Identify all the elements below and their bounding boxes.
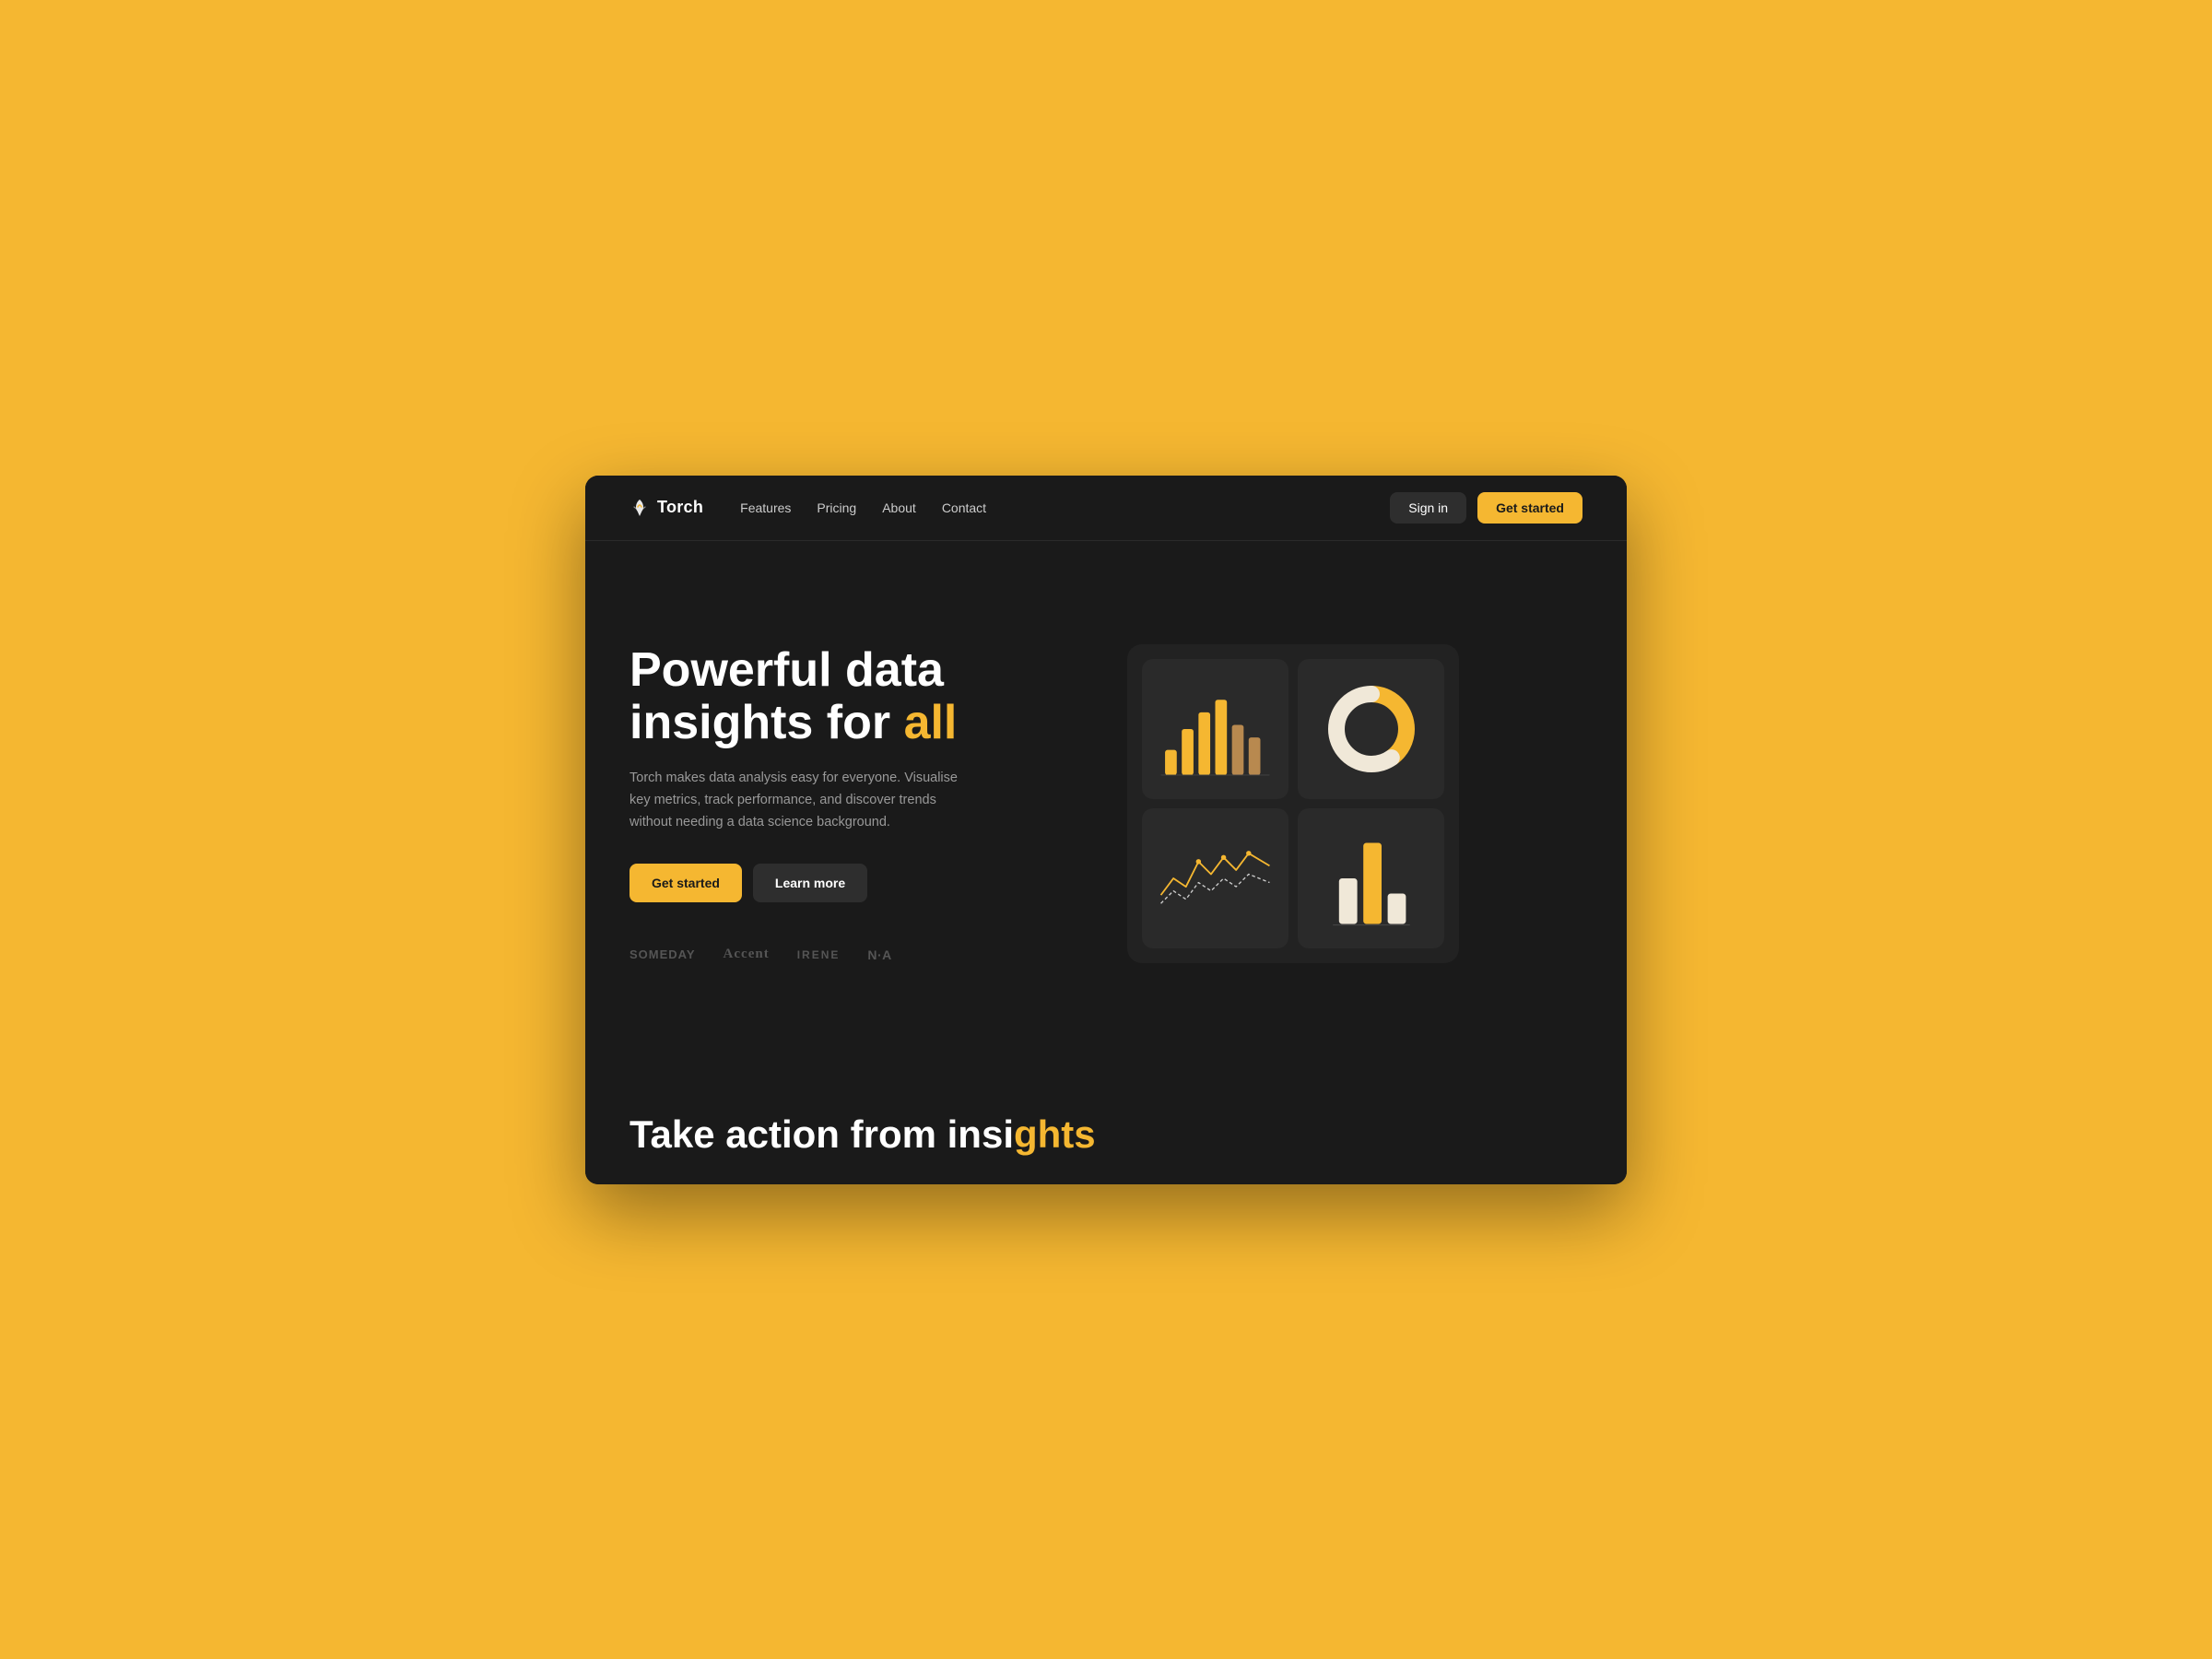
nav-features[interactable]: Features [740,500,791,515]
hero-title-line2: insights for all [629,696,957,749]
chart-line [1142,808,1288,948]
chart-bar [1142,659,1288,799]
chart-mini-bar [1298,808,1444,948]
hero-description: Torch makes data analysis easy for every… [629,768,980,834]
hero-buttons: Get started Learn more [629,864,1072,902]
mini-bar-chart-svg [1330,828,1413,929]
hero-title-for: for [827,696,904,749]
bottom-title: Take action from insights [629,1112,1583,1157]
nav-links: Features Pricing About Contact [740,500,1390,515]
hero-section: Powerful data insights for all Torch mak… [585,541,1627,1057]
hero-learnmore-button[interactable]: Learn more [753,864,867,902]
bottom-section: Take action from insights [585,1057,1627,1184]
navbar: Torch Features Pricing About Contact Sig… [585,476,1627,541]
brand-logos: SOMEDAY Accent IRENE n·a [629,947,1072,962]
hero-content: Powerful data insights for all Torch mak… [629,644,1072,962]
hero-title-line1: Powerful data [629,643,944,697]
nav-actions: Sign in Get started [1390,492,1583,524]
brand-accent: Accent [724,947,770,962]
hero-title-normal: insights [629,696,827,749]
bar-chart-svg [1157,674,1274,784]
chart-donut [1298,659,1444,799]
donut-chart-svg [1325,683,1418,775]
hero-charts-grid [1127,644,1459,963]
torch-logo-icon [629,498,650,518]
nav-about[interactable]: About [882,500,916,515]
line-chart-svg [1157,828,1274,929]
nav-contact[interactable]: Contact [942,500,986,515]
brand-irene: IRENE [797,948,841,961]
signin-button[interactable]: Sign in [1390,492,1466,524]
hero-title: Powerful data insights for all [629,644,1072,749]
bottom-title-highlight: ghts [1014,1112,1096,1156]
getstarted-nav-button[interactable]: Get started [1477,492,1583,524]
hero-getstarted-button[interactable]: Get started [629,864,742,902]
brand-someday: SOMEDAY [629,947,696,961]
browser-window: Torch Features Pricing About Contact Sig… [585,476,1627,1184]
logo-text: Torch [657,498,703,517]
bottom-title-normal: Take action from insi [629,1112,1014,1156]
hero-title-highlight: all [904,696,958,749]
brand-nra: n·a [867,947,891,962]
nav-pricing[interactable]: Pricing [817,500,856,515]
logo[interactable]: Torch [629,498,703,518]
